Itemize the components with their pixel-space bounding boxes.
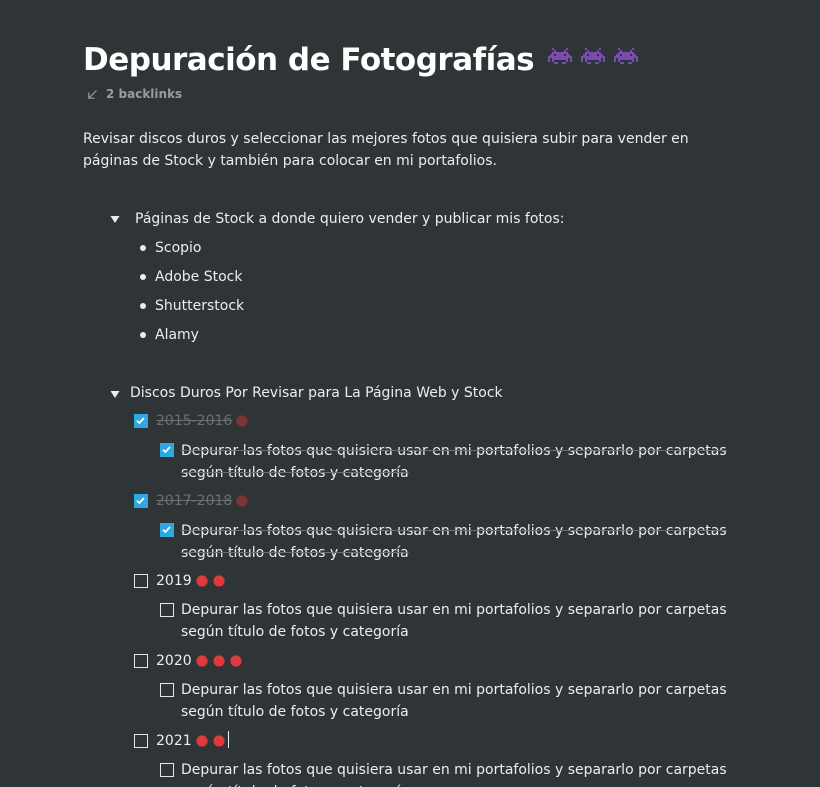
todo-checkbox[interactable] [134,414,148,428]
todo-checkbox[interactable] [134,494,148,508]
todo-subitem-label[interactable]: Depurar las fotos que quisiera usar en m… [181,440,741,484]
space-invader-icon [581,48,606,72]
toggle-triangle-down-icon[interactable] [109,213,121,225]
title-emoji-group [548,48,639,72]
tomato-group [192,573,226,589]
stock-toggle-label[interactable]: Páginas de Stock a donde quiero vender y… [135,208,565,230]
space-invader-icon [548,48,573,72]
todo-checkbox[interactable] [134,734,148,748]
space-invader-icon [614,48,639,72]
tomato-icon [230,655,242,667]
page-title[interactable]: Depuración de Fotografías [83,42,535,78]
title-row: Depuración de Fotografías [83,38,639,82]
tomato-icon [196,655,208,667]
disks-toggle-label[interactable]: Discos Duros Por Revisar para La Página … [130,382,503,404]
page-description[interactable]: Revisar discos duros y seleccionar las m… [83,128,733,172]
todo-checkbox[interactable] [134,654,148,668]
bullet-dot [140,303,146,309]
tomato-icon [213,575,225,587]
todo-item-label[interactable]: 2015-2016 [156,410,249,432]
tomato-icon [196,575,208,587]
bullet-dot [140,332,146,338]
todo-checkbox[interactable] [160,603,174,617]
notion-page: Depuración de Fotografías 2 backlinks Re… [0,0,820,787]
todo-subitem-label[interactable]: Depurar las fotos que quisiera usar en m… [181,759,741,787]
tomato-icon [236,415,248,427]
bullet-dot [140,245,146,251]
tomato-group [232,413,249,429]
tomato-group [192,653,243,669]
todo-item-label[interactable]: 2020 [156,650,243,672]
tomato-icon [236,495,248,507]
tomato-icon [213,655,225,667]
backlinks-label: 2 backlinks [106,87,183,101]
todo-item-label[interactable]: 2019 [156,570,226,592]
list-item[interactable]: Scopio [155,237,202,259]
todo-checkbox[interactable] [160,523,174,537]
backlinks-button[interactable]: 2 backlinks [87,85,182,103]
todo-subitem-label[interactable]: Depurar las fotos que quisiera usar en m… [181,520,741,564]
todo-checkbox[interactable] [160,763,174,777]
tomato-icon [213,735,225,747]
list-item[interactable]: Alamy [155,324,199,346]
tomato-group [232,493,249,509]
todo-subitem-label[interactable]: Depurar las fotos que quisiera usar en m… [181,679,741,723]
bullet-dot [140,274,146,280]
todo-subitem-label[interactable]: Depurar las fotos que quisiera usar en m… [181,599,741,643]
text-caret [227,731,229,748]
tomato-group [192,733,226,749]
toggle-triangle-down-icon[interactable] [109,388,121,400]
todo-item-label[interactable]: 2017-2018 [156,490,249,512]
todo-checkbox[interactable] [160,683,174,697]
todo-item-label[interactable]: 2021 [156,730,229,752]
list-item[interactable]: Adobe Stock [155,266,242,288]
list-item[interactable]: Shutterstock [155,295,244,317]
tomato-icon [196,735,208,747]
todo-checkbox[interactable] [134,574,148,588]
arrow-down-left-icon [87,89,98,100]
todo-checkbox[interactable] [160,443,174,457]
